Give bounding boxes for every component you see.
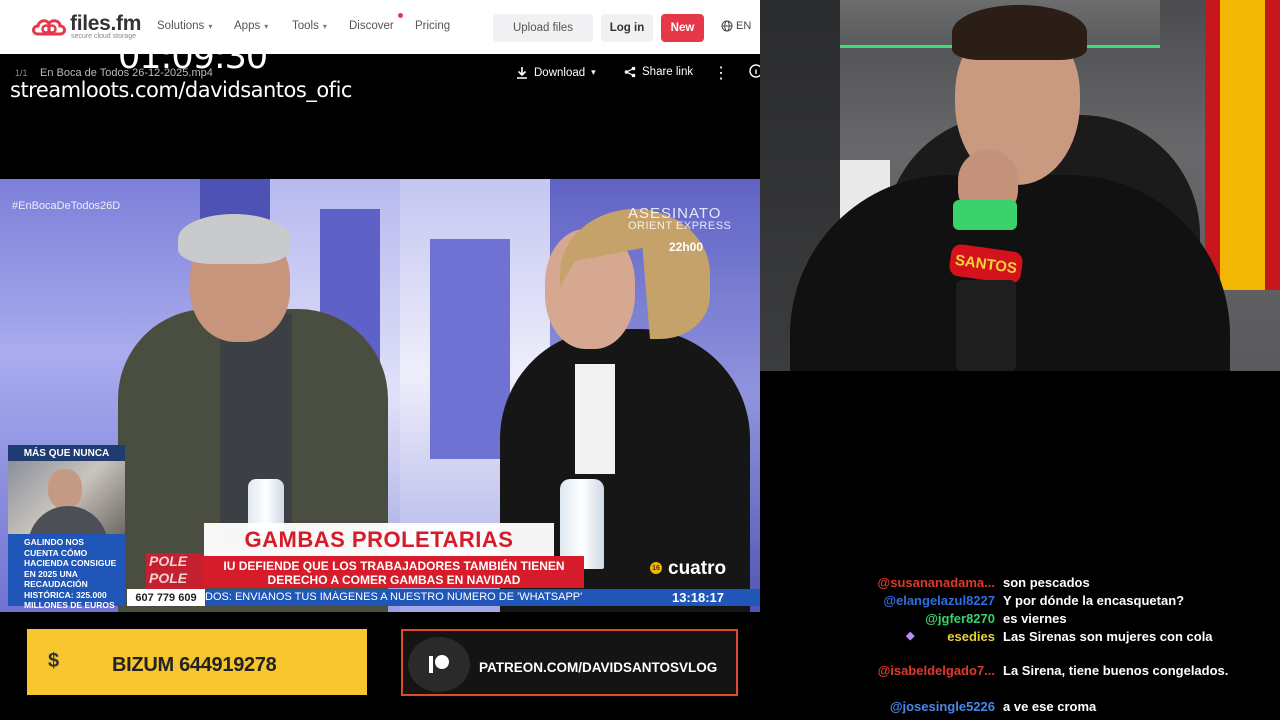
nav-tools-label: Tools (292, 20, 319, 32)
chevron-down-icon: ▾ (208, 22, 213, 31)
chevron-down-icon: ▾ (591, 67, 596, 77)
language-label: EN (736, 20, 752, 32)
patreon-icon (408, 637, 470, 692)
patreon-text: PATREON.COM/DAVIDSANTOSVLOG (479, 660, 718, 675)
show-hashtag: #EnBocaDeTodos26D (12, 200, 121, 212)
upload-files-button[interactable]: Upload files (493, 14, 593, 42)
chat-username: @isabeldelgado7... (877, 663, 995, 678)
new-button[interactable]: New (661, 14, 704, 42)
chat-text: Las Sirenas son mujeres con cola (1003, 629, 1213, 644)
chat-username: esedies (947, 629, 995, 644)
chevron-down-icon: ▾ (264, 22, 269, 31)
pip-caption: GALINDO NOS CUENTA CÓMO HACIENDA CONSIGU… (8, 534, 125, 610)
promo-time: 22h00 (669, 240, 704, 254)
files-fm-navbar: files.fm secure cloud storage Solutions ▾… (0, 0, 760, 54)
mic-foam (953, 200, 1017, 230)
share-label: Share link (642, 66, 694, 78)
chat-text: Y por dónde la encasquetan? (1003, 593, 1185, 608)
bizum-text: BIZUM 644919278 (112, 654, 277, 676)
pip-title: MÁS QUE NUNCA (8, 445, 125, 461)
stream-timer: 01:09:30 (118, 37, 268, 77)
nav-discover[interactable]: Discover (349, 20, 394, 32)
chevron-down-icon: ▾ (322, 22, 327, 31)
headline: GAMBAS PROLETARIAS (244, 526, 514, 552)
info-icon[interactable] (748, 64, 760, 78)
streamloots-url: streamloots.com/davidsantos_ofic (10, 78, 352, 102)
set-column (430, 239, 510, 459)
microphone-body (956, 280, 1016, 371)
pip-guest-body (28, 506, 108, 534)
share-link-button[interactable]: Share link (624, 66, 693, 78)
files-fm-logo-icon[interactable] (32, 16, 66, 40)
notification-dot (398, 13, 403, 18)
chat-text: a ve ese croma (1003, 699, 1097, 714)
file-counter: 1/1 (15, 68, 28, 78)
webcam-feed: SANTOS (760, 0, 1280, 371)
download-icon (517, 67, 527, 79)
chat-username: @jgfer8270 (925, 611, 995, 626)
pip-guest-head (48, 469, 82, 509)
share-icon (624, 66, 636, 78)
chat-username: @josesingle5226 (889, 699, 995, 714)
login-button[interactable]: Log in (601, 14, 653, 42)
promo-subtitle: ORIENT EXPRESS (628, 220, 732, 232)
nav-solutions-label: Solutions (157, 20, 205, 32)
chat-text: es viernes (1003, 611, 1067, 626)
language-selector[interactable]: EN (721, 20, 751, 32)
tv-clock: 13:18:17 (662, 589, 734, 606)
nav-apps-label: Apps (234, 20, 261, 32)
chat-username: @elangelazul8227 (883, 593, 995, 608)
dollar-icon: $ (48, 650, 60, 672)
nav-solutions[interactable]: Solutions ▾ (157, 20, 212, 32)
pip-video (8, 461, 125, 534)
pole-graphic: POLE POLE (146, 553, 206, 589)
download-button[interactable]: Download ▾ (516, 66, 596, 79)
channel-logo: cuatro (668, 558, 727, 579)
download-label: Download (534, 66, 586, 79)
globe-icon (721, 20, 733, 32)
ticker-text: DOS: ENVIANOS TUS IMÁGENES A NUESTRO NÚM… (205, 591, 583, 603)
woman-shirt (575, 364, 615, 474)
subheadline: IU DEFIENDE QUE LOS TRABAJADORES TAMBIÉN… (204, 556, 584, 588)
chat-text: La Sirena, tiene buenos congelados. (1003, 663, 1229, 678)
streamer-hair (952, 5, 1087, 60)
man-hair (178, 214, 290, 264)
ticker-phone: 607 779 609 (127, 589, 205, 606)
more-options-icon[interactable]: ⋮ (713, 63, 729, 83)
chat-username: @susananadama... (877, 575, 995, 590)
chat-text: son pescados (1003, 575, 1090, 590)
nav-pricing[interactable]: Pricing (415, 20, 450, 32)
nav-apps[interactable]: Apps ▾ (234, 20, 268, 32)
spanish-flag (1205, 0, 1280, 290)
age-rating-badge: 16 (650, 562, 662, 574)
nav-tools[interactable]: Tools ▾ (292, 20, 327, 32)
